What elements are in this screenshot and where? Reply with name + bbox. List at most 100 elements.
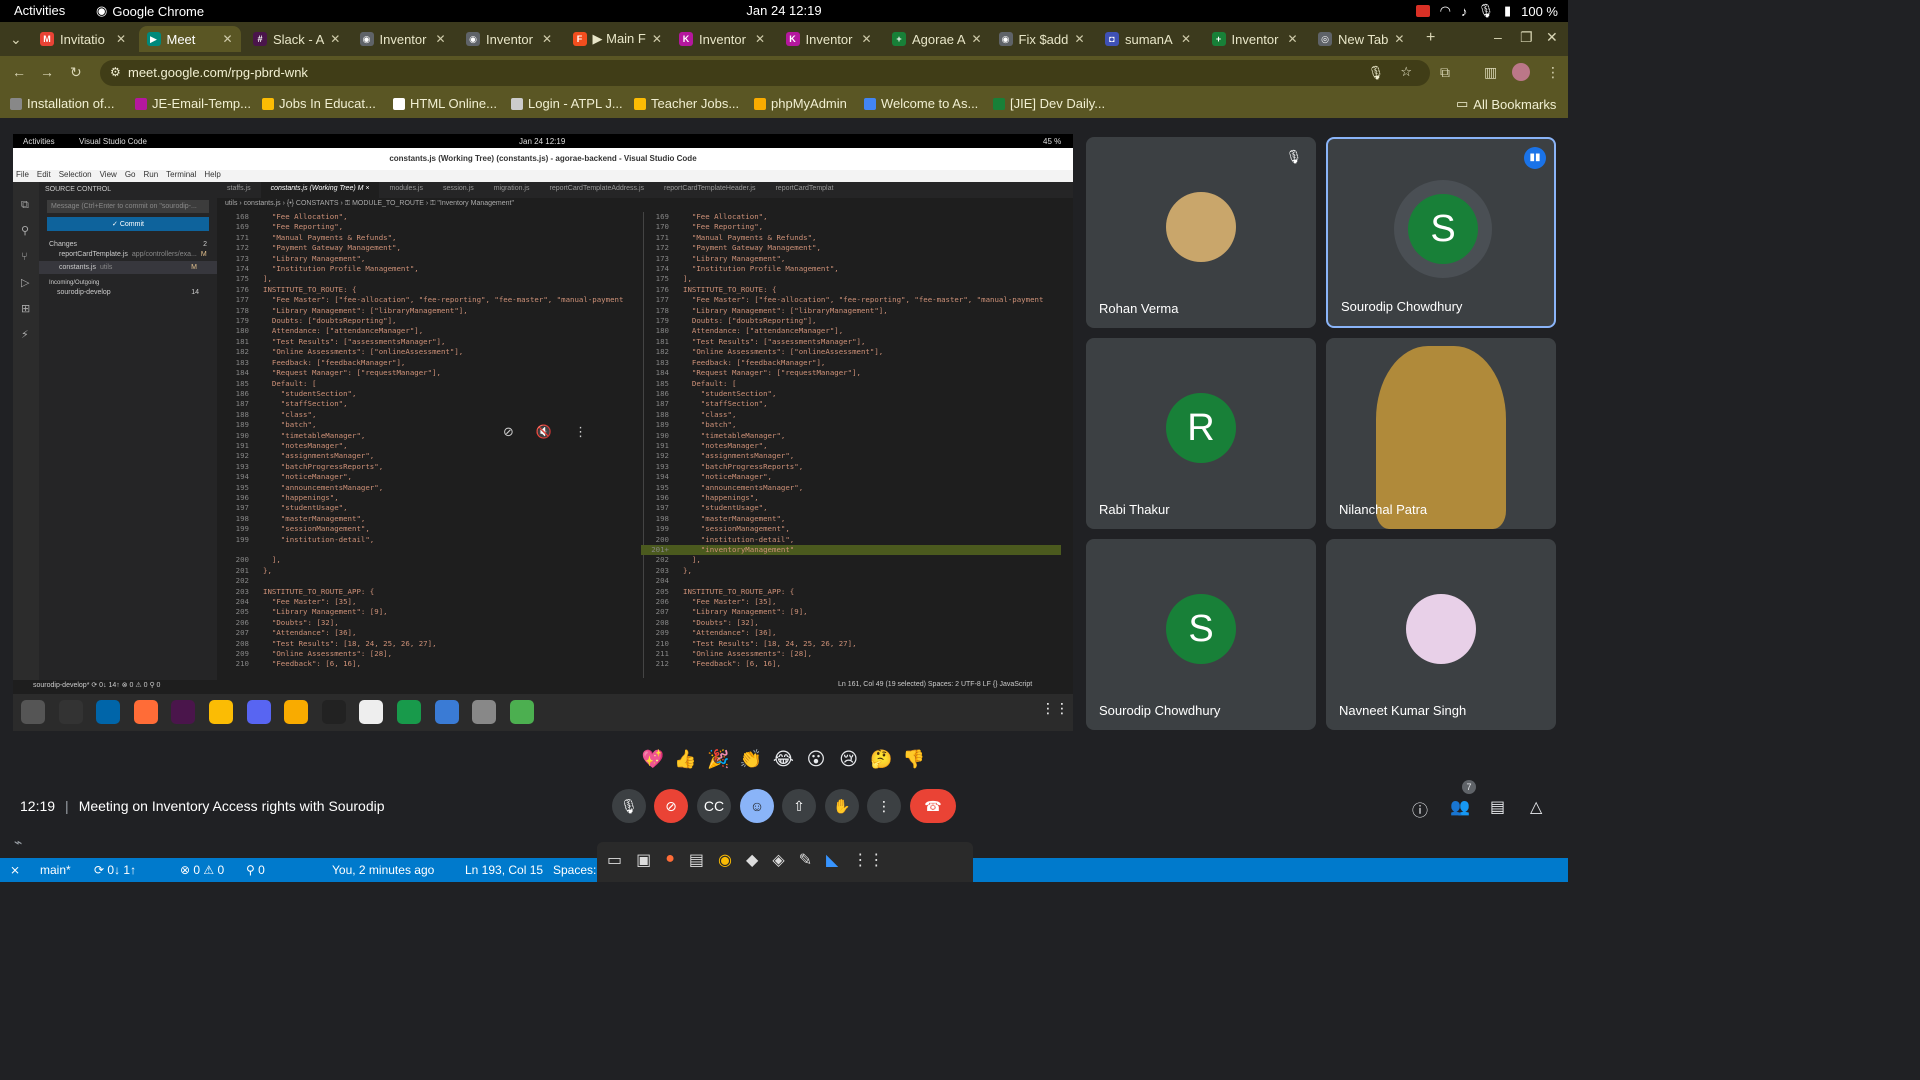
forward-icon[interactable]: →: [40, 64, 54, 80]
people-button[interactable]: 👥: [1450, 797, 1470, 817]
files-icon[interactable]: [21, 700, 45, 724]
menu-item[interactable]: Run: [143, 170, 158, 182]
remote-connection-icon[interactable]: ⨯: [10, 863, 20, 877]
tab-close-icon[interactable]: ✕: [1394, 32, 1404, 46]
breadcrumb[interactable]: utils › constants.js › {•} CONSTANTS › ⚿…: [217, 200, 1073, 210]
ports-indicator[interactable]: ⚲ 0: [246, 863, 265, 877]
mongodb-icon[interactable]: [397, 700, 421, 724]
files-icon[interactable]: ▣: [636, 850, 651, 870]
discord-icon[interactable]: [246, 700, 271, 724]
system-tray[interactable]: ◠ ♪ 🎙 ▮ 100 %: [1415, 3, 1558, 19]
mic-access-icon[interactable]: 🎙: [1367, 65, 1384, 81]
diff-pane-original[interactable]: 168 "Fee Allocation", 169 "Fee Reporting"…: [221, 212, 641, 678]
menu-item[interactable]: Selection: [59, 170, 92, 182]
browser-tab[interactable]: ◉ Inventor ✕: [458, 26, 560, 52]
leave-call-button[interactable]: ☎: [910, 789, 956, 823]
git-icon[interactable]: [359, 700, 384, 724]
menu-item[interactable]: Edit: [37, 170, 51, 182]
browser-tab[interactable]: # Slack - A ✕: [245, 26, 347, 52]
back-icon[interactable]: ←: [12, 64, 26, 80]
browser-tab[interactable]: ◎ New Tab ✕: [1310, 26, 1412, 52]
profile-avatar[interactable]: [1512, 63, 1530, 81]
mongodb-icon[interactable]: ◆: [746, 850, 758, 870]
tab-close-icon[interactable]: ✕: [116, 32, 126, 46]
tab-close-icon[interactable]: ✕: [435, 32, 445, 46]
reaction-emoji[interactable]: 😮: [803, 746, 829, 772]
mute-icon[interactable]: 🔇: [536, 424, 552, 440]
bookmark-item[interactable]: Jobs In Educat...: [262, 96, 376, 111]
browser-tab[interactable]: K Inventor ✕: [778, 26, 880, 52]
browser-tab[interactable]: + Inventor ✕: [1204, 26, 1306, 52]
side-panel-icon[interactable]: ▥: [1484, 64, 1497, 81]
tab-close-icon[interactable]: ✕: [972, 32, 982, 46]
editor-tab[interactable]: staffs.js: [217, 182, 261, 198]
participant-tile[interactable]: R Rabi Thakur: [1086, 338, 1316, 529]
extensions-icon[interactable]: ⧉: [1440, 64, 1450, 81]
pin-off-icon[interactable]: ⊘: [503, 424, 514, 440]
bookmark-item[interactable]: Welcome to As...: [864, 96, 978, 111]
participant-tile[interactable]: 🎙 Rohan Verma: [1086, 137, 1316, 328]
tab-close-icon[interactable]: ✕: [330, 32, 340, 46]
browser-tab[interactable]: ▶ Meet ✕: [138, 26, 241, 52]
app-grid-icon[interactable]: ⋮⋮⋮: [1041, 700, 1073, 724]
commit-button[interactable]: ✓ Commit: [47, 217, 209, 231]
git-blame[interactable]: You, 2 minutes ago: [332, 863, 434, 877]
chrome-menu-icon[interactable]: ⋮: [1546, 64, 1560, 81]
reaction-emoji[interactable]: 👍: [673, 746, 699, 772]
indentation[interactable]: Spaces:: [553, 863, 596, 877]
tab-close-icon[interactable]: ✕: [222, 32, 232, 46]
browser-tab[interactable]: F ▶ Main F ✕: [565, 26, 667, 52]
changed-file-item[interactable]: constants.js utils M: [39, 261, 217, 274]
text-editor-icon[interactable]: ✎: [799, 850, 812, 870]
app-grid-icon[interactable]: ⋮⋮: [852, 850, 884, 870]
more-options-button[interactable]: ⋮: [867, 789, 901, 823]
reactions-button[interactable]: ☺: [740, 789, 774, 823]
browser-tab[interactable]: ◉ Inventor ✕: [352, 26, 454, 52]
browser-tab[interactable]: ◉ Fix $add ✕: [991, 26, 1093, 52]
postman-icon[interactable]: [133, 700, 158, 724]
close-window-icon[interactable]: ✕: [1546, 29, 1558, 46]
menu-item[interactable]: Go: [125, 170, 136, 182]
editor-tab[interactable]: reportCardTemplateAddress.js: [539, 182, 654, 198]
problems-indicator[interactable]: ⊗ 0 ⚠ 0: [180, 863, 224, 877]
cursor-position[interactable]: Ln 193, Col 15: [465, 863, 543, 877]
bookmark-item[interactable]: [JIE] Dev Daily...: [993, 96, 1105, 111]
git-sync[interactable]: ⟳ 0↓ 1↑: [94, 863, 136, 877]
chat-icon[interactable]: ▤: [1490, 797, 1505, 817]
site-info-icon[interactable]: ⚙: [110, 65, 121, 79]
tab-close-icon[interactable]: ✕: [861, 32, 871, 46]
changed-file-item[interactable]: reportCardTemplate.js app/controllers/exa…: [39, 248, 217, 261]
activities-icon[interactable]: △: [1530, 797, 1542, 817]
chrome-dock-icon[interactable]: ◉: [718, 850, 732, 870]
menu-item[interactable]: View: [100, 170, 117, 182]
diff-pane-modified[interactable]: 169 "Fee Allocation", 170 "Fee Reporting"…: [641, 212, 1061, 678]
vscode-icon[interactable]: [96, 700, 121, 724]
vscode-icon[interactable]: ◣: [826, 850, 838, 870]
clipboard-icon[interactable]: ▤: [689, 850, 704, 870]
mic-button[interactable]: 🎙: [612, 789, 646, 823]
tab-close-icon[interactable]: ✕: [652, 32, 662, 46]
camera-off-button[interactable]: ⊘: [654, 789, 688, 823]
reaction-emoji[interactable]: 🤔: [868, 746, 894, 772]
raise-hand-button[interactable]: ✋: [825, 789, 859, 823]
bookmark-item[interactable]: Teacher Jobs...: [634, 96, 739, 111]
reaction-emoji[interactable]: 😢: [836, 746, 862, 772]
participant-tile[interactable]: S Sourodip Chowdhury: [1086, 539, 1316, 730]
local-dock-icons[interactable]: ▭ ▣ ● ▤ ◉ ◆ ◈ ✎ ◣ ⋮⋮: [607, 850, 884, 870]
commit-message-input[interactable]: Message (Ctrl+Enter to commit on "sourod…: [47, 200, 209, 213]
participant-tile[interactable]: S ▮▮ Sourodip Chowdhury: [1326, 137, 1556, 328]
tab-close-icon[interactable]: ✕: [1181, 32, 1191, 46]
notes-icon[interactable]: [284, 700, 309, 724]
tab-close-icon[interactable]: ✕: [542, 32, 552, 46]
menu-item[interactable]: File: [16, 170, 29, 182]
tab-close-icon[interactable]: ✕: [1074, 32, 1084, 46]
editor-tab[interactable]: modules.js: [379, 182, 432, 198]
terminal-icon[interactable]: ▭: [607, 850, 622, 870]
restore-icon[interactable]: ❐: [1520, 29, 1533, 46]
reload-icon[interactable]: ↻: [70, 64, 82, 81]
branch-item[interactable]: sourodip-develop 14: [39, 286, 217, 299]
browser-tab[interactable]: ◘ sumanA ✕: [1097, 26, 1199, 52]
text-editor-icon[interactable]: [434, 700, 459, 724]
editor-tab[interactable]: reportCardTemplat: [765, 182, 843, 198]
tab-close-icon[interactable]: ✕: [755, 32, 765, 46]
